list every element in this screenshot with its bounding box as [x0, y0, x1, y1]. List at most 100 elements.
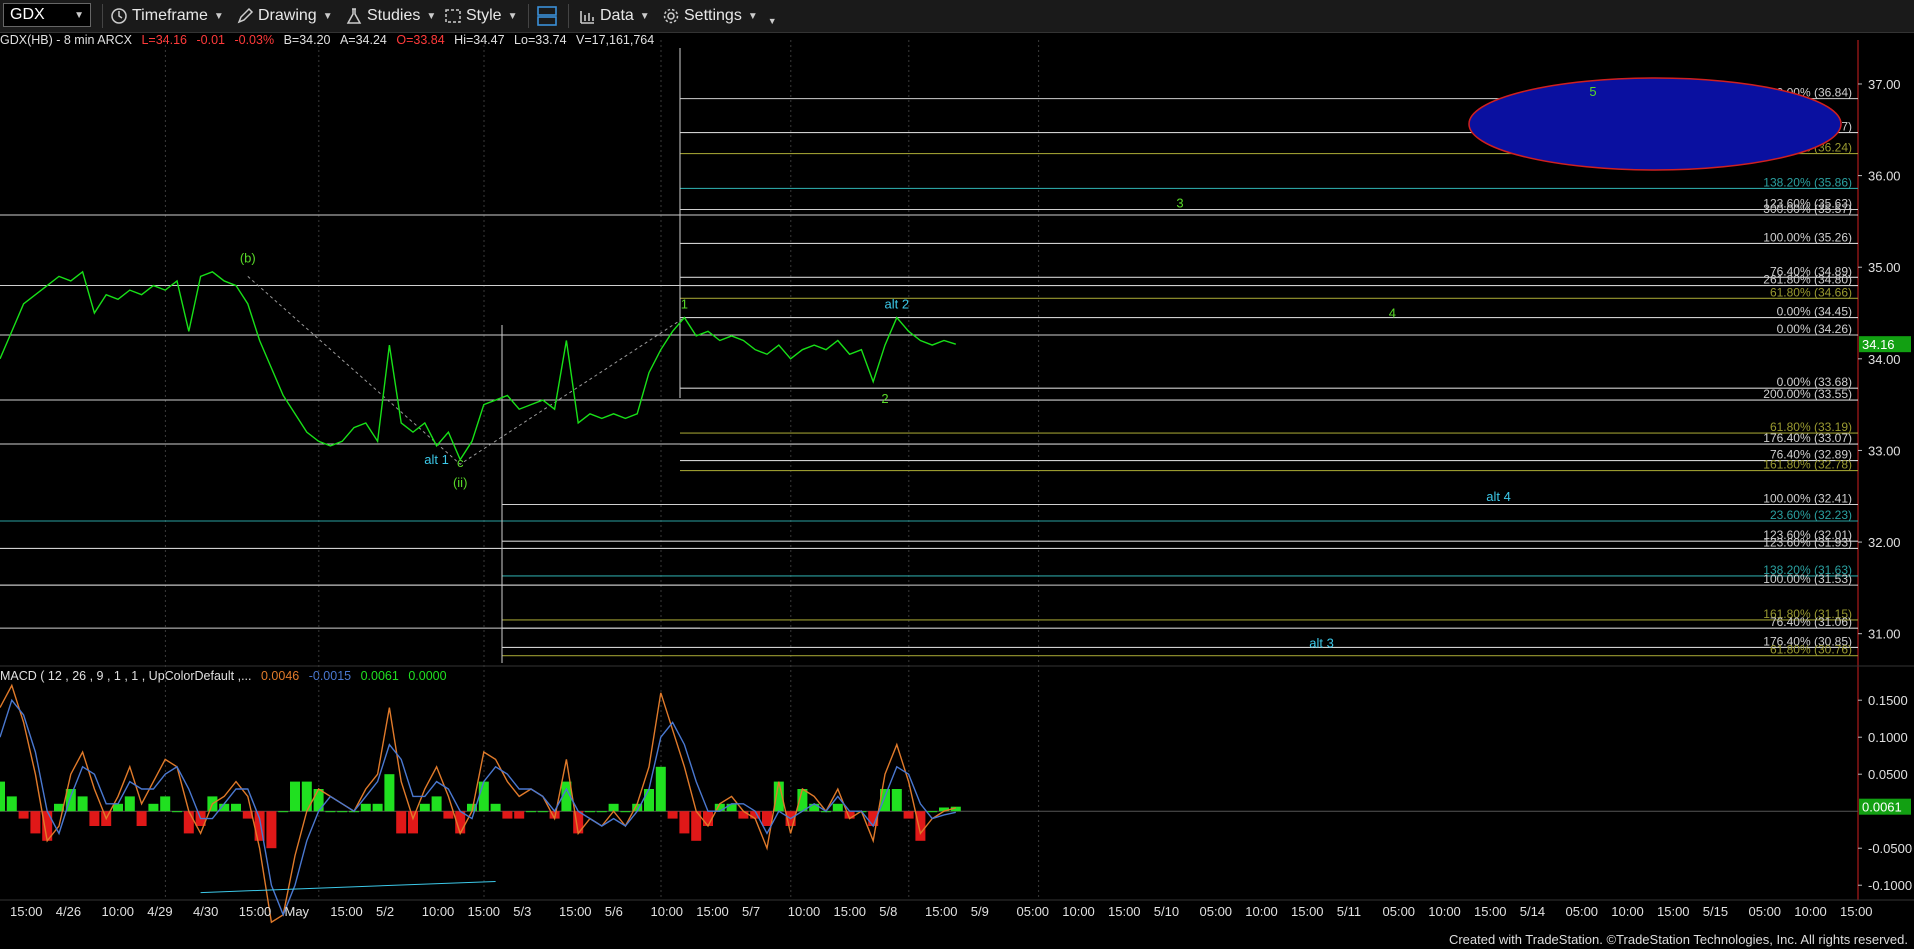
macd-histogram-bar — [360, 803, 371, 812]
macd-histogram-bar — [0, 781, 5, 812]
wave-label: 1 — [681, 296, 688, 311]
macd-histogram-bar — [18, 811, 29, 819]
studies-menu[interactable]: Studies ▼ — [345, 4, 436, 28]
time-axis-label: 5/8 — [879, 904, 897, 919]
style-caret-icon: ▼ — [507, 10, 518, 22]
symbol-input[interactable]: GDX ▼ — [3, 3, 91, 27]
wave-connector-line — [247, 275, 685, 465]
macd-histogram-bar — [160, 796, 171, 812]
time-axis-label: 05:00 — [1200, 904, 1233, 919]
time-axis-label: May — [285, 904, 310, 919]
wave-label: alt 4 — [1486, 489, 1511, 504]
time-axis-label: 10:00 — [1245, 904, 1278, 919]
timeframe-label: Timeframe — [132, 7, 208, 24]
macd-histogram-bar — [372, 803, 383, 812]
data-caret-icon: ▼ — [639, 10, 650, 22]
fib-level-label: 176.40% (33.07) — [1763, 431, 1852, 445]
fib-level-label: 100.00% (35.26) — [1763, 230, 1852, 244]
macd-histogram-bar — [903, 811, 914, 819]
fib-level-label: 123.60% (31.93) — [1763, 535, 1852, 549]
wave-label: 3 — [1176, 196, 1183, 211]
time-axis-label: 10:00 — [1794, 904, 1827, 919]
macd-histogram-bar — [419, 803, 430, 812]
macd-axis-label: 0.1000 — [1868, 730, 1908, 745]
fib-level-label: 100.00% (31.53) — [1763, 572, 1852, 586]
price-axis-label: 32.00 — [1868, 535, 1901, 550]
time-axis-label: 10:00 — [422, 904, 455, 919]
macd-histogram-bar — [396, 811, 407, 834]
macd-histogram-bar — [301, 781, 312, 812]
symbol-value: GDX — [10, 6, 45, 23]
drawing-label: Drawing — [258, 7, 317, 24]
pencil-icon — [237, 7, 254, 24]
fib-level-label: 161.80% (32.78) — [1763, 458, 1852, 472]
macd-histogram-bar — [514, 811, 525, 819]
symbol-dropdown-icon[interactable]: ▼ — [74, 10, 84, 21]
macd-axis-label: -0.0500 — [1868, 841, 1912, 856]
timeframe-menu[interactable]: Timeframe ▼ — [110, 4, 224, 28]
flask-icon — [346, 8, 362, 24]
time-axis-label: 5/15 — [1703, 904, 1728, 919]
chart-area[interactable]: 37.00 36.00 35.00 34.00 33.00 32.00 31.00 0.150… — [0, 32, 1914, 937]
macd-histogram-bar — [408, 811, 418, 834]
style-label: Style — [466, 7, 502, 24]
time-axis-label: 15:00 — [1474, 904, 1507, 919]
macd-histogram-bar — [290, 781, 300, 812]
price-axis-label: 35.00 — [1868, 260, 1901, 275]
time-axis-label: 15:00 — [1657, 904, 1690, 919]
macd-histogram-bar — [266, 811, 277, 849]
macd-histogram-bar — [124, 796, 135, 812]
clock-icon — [111, 8, 127, 24]
macd-histogram-bar — [337, 811, 348, 813]
time-axis-label: 15:00 — [1840, 904, 1873, 919]
macd-histogram-bar — [30, 811, 41, 834]
settings-menu[interactable]: Settings ▼ ▼ — [662, 4, 777, 28]
time-axis-label: 15:00 — [696, 904, 729, 919]
fib-level-label: 76.40% (31.06) — [1770, 615, 1852, 629]
wave-label: alt 1 — [424, 452, 449, 467]
macd-histogram-bar — [832, 803, 843, 812]
wave-label: 5 — [1589, 84, 1596, 99]
price-axis-label: 33.00 — [1868, 443, 1901, 458]
macd-histogram-bar — [738, 811, 749, 819]
drawing-menu[interactable]: Drawing ▼ — [236, 4, 333, 28]
macd-histogram-bar — [891, 789, 902, 812]
fib-level-label: 0.00% (34.26) — [1777, 322, 1852, 336]
time-axis-label: 15:00 — [10, 904, 43, 919]
style-menu[interactable]: Style ▼ — [444, 4, 517, 28]
time-axis-label: 5/6 — [605, 904, 623, 919]
fib-level-label: 23.60% (32.23) — [1770, 508, 1852, 522]
time-axis-label: 5/3 — [513, 904, 531, 919]
style-icon — [445, 9, 461, 23]
wave-label: 2 — [881, 391, 888, 406]
macd-histogram-bar — [585, 811, 595, 813]
time-axis-label: 10:00 — [102, 904, 135, 919]
time-axis-label: 05:00 — [1017, 904, 1050, 919]
macd-histogram-bar — [679, 811, 690, 834]
time-axis-label: 4/26 — [56, 904, 81, 919]
time-axis-label: 15:00 — [1108, 904, 1141, 919]
macd-histogram-bar — [478, 781, 489, 812]
price-line — [0, 270, 957, 462]
macd-histogram-bar — [502, 811, 513, 819]
price-axis-label: 31.00 — [1868, 627, 1901, 642]
data-menu[interactable]: Data ▼ — [578, 4, 650, 28]
macd-histogram-bar — [231, 803, 241, 812]
time-axis-label: 10:00 — [1611, 904, 1644, 919]
bar-chart-icon — [580, 11, 594, 24]
time-axis-label: 10:00 — [788, 904, 821, 919]
fib-level-label: 300.00% (35.57) — [1763, 202, 1852, 216]
toolbar-overflow-icon[interactable]: ▼ — [768, 16, 777, 26]
macd-histogram-bar — [148, 803, 159, 812]
toolbar-divider — [528, 4, 529, 28]
macd-histogram-bar — [77, 796, 88, 812]
footer-credit: Created with TradeStation. ©TradeStation… — [1448, 932, 1908, 947]
time-axis-label: 5/2 — [376, 904, 394, 919]
layout-button[interactable] — [536, 4, 562, 28]
macd-histogram-bar — [113, 803, 123, 812]
macd-histogram-bar — [278, 811, 289, 813]
studies-label: Studies — [367, 7, 421, 24]
macd-histogram-bar — [136, 811, 147, 826]
fib-level-label: 100.00% (32.41) — [1763, 492, 1852, 506]
time-axis-label: 15:00 — [834, 904, 867, 919]
